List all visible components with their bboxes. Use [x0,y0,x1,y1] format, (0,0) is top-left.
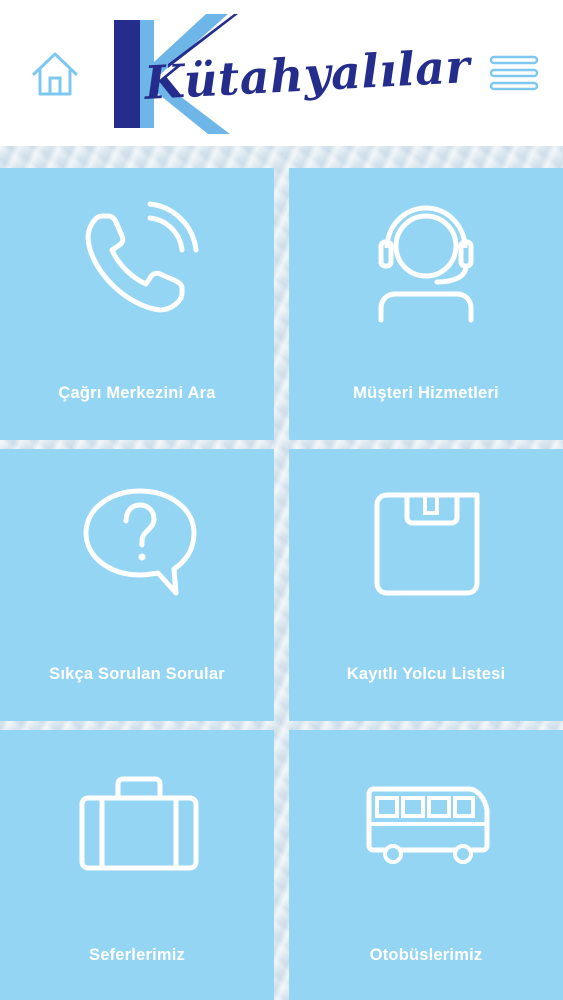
suitcase-icon [79,776,199,871]
brand-logo: Kütahyalılar [110,10,471,138]
tile-label: Sıkça Sorulan Sorular [49,665,225,683]
headset-agent-icon [378,205,474,323]
tile-label: Müşteri Hizmetleri [353,384,499,402]
tile-label: Çağrı Merkezini Ara [58,384,216,402]
floppy-disk-icon [374,492,480,596]
home-button[interactable] [28,46,82,100]
menu-button[interactable] [488,54,540,92]
tile-customer-service[interactable]: Müşteri Hizmetleri [289,168,563,440]
bus-icon [366,786,490,864]
tile-label: Otobüslerimiz [369,946,483,964]
tile-label: Seferlerimiz [89,946,185,964]
hamburger-menu-icon [489,55,539,91]
tile-call-center[interactable]: Çağrı Merkezini Ara [0,168,274,440]
tile-buses[interactable]: Otobüslerimiz [289,730,563,1000]
menu-grid: Çağrı Merkezini Ara Müşteri Hizmetleri S… [0,146,563,1000]
home-icon [32,52,78,96]
app-header: Kütahyalılar [0,0,563,146]
tile-faq[interactable]: Sıkça Sorulan Sorular [0,449,274,721]
tile-registered-passengers[interactable]: Kayıtlı Yolcu Listesi [289,449,563,721]
tile-trips[interactable]: Seferlerimiz [0,730,274,1000]
phone-icon [85,201,199,313]
question-bubble-icon [83,488,197,596]
tile-label: Kayıtlı Yolcu Listesi [346,665,506,683]
